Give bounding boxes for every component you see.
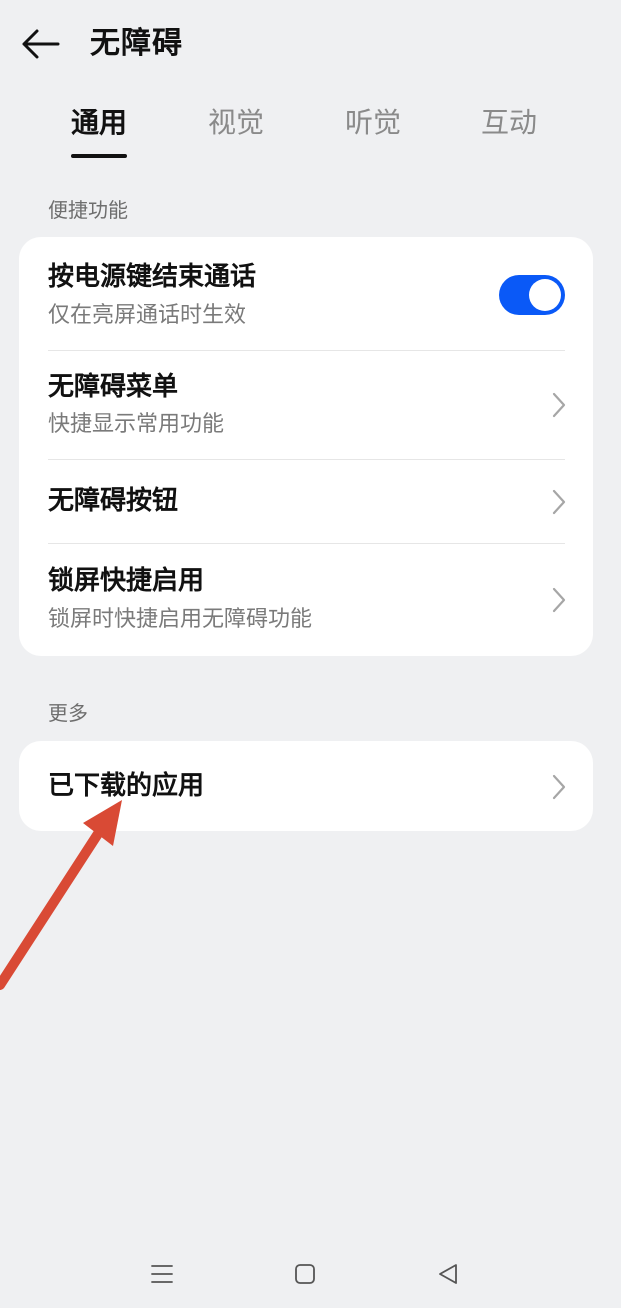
setting-title: 已下载的应用 bbox=[48, 771, 205, 801]
setting-accessibility-menu[interactable]: 无障碍菜单 快捷显示常用功能 bbox=[19, 351, 593, 459]
chevron-right-icon bbox=[549, 585, 569, 615]
setting-power-key-end-call[interactable]: 按电源键结束通话 仅在亮屏通话时生效 bbox=[19, 237, 593, 350]
system-navigation-bar bbox=[0, 1240, 621, 1308]
setting-subtitle: 快捷显示常用功能 bbox=[48, 412, 225, 437]
tab-label: 视觉 bbox=[207, 106, 264, 139]
menu-lines-icon bbox=[151, 1265, 173, 1283]
setting-subtitle: 锁屏时快捷启用无障碍功能 bbox=[48, 607, 313, 632]
recent-apps-button[interactable] bbox=[140, 1254, 184, 1294]
setting-title: 无障碍按钮 bbox=[48, 486, 179, 516]
setting-title: 按电源键结束通话 bbox=[48, 262, 257, 292]
section-label-shortcuts: 便捷功能 bbox=[48, 198, 128, 222]
chevron-right-icon bbox=[549, 772, 569, 802]
tab-label: 互动 bbox=[480, 106, 537, 139]
power-key-end-call-toggle[interactable] bbox=[499, 275, 565, 315]
shortcuts-card: 按电源键结束通话 仅在亮屏通话时生效 无障碍菜单 快捷显示常用功能 无障碍按钮 … bbox=[19, 237, 593, 656]
section-label-more: 更多 bbox=[48, 701, 88, 725]
setting-title: 锁屏快捷启用 bbox=[48, 566, 205, 596]
home-button[interactable] bbox=[283, 1254, 327, 1294]
tab-bar: 通用 视觉 听觉 互动 bbox=[0, 100, 621, 164]
setting-downloaded-apps[interactable]: 已下载的应用 bbox=[19, 741, 593, 831]
active-tab-indicator bbox=[71, 154, 127, 158]
setting-lockscreen-shortcut[interactable]: 锁屏快捷启用 锁屏时快捷启用无障碍功能 bbox=[19, 544, 593, 656]
back-button[interactable] bbox=[16, 22, 64, 66]
arrow-left-icon bbox=[22, 29, 60, 59]
header-bar: 无障碍 bbox=[0, 0, 621, 90]
chevron-right-icon bbox=[549, 390, 569, 420]
tab-hearing[interactable]: 听觉 bbox=[313, 100, 433, 146]
home-square-icon bbox=[295, 1264, 315, 1284]
tab-general[interactable]: 通用 bbox=[39, 100, 159, 158]
setting-subtitle: 仅在亮屏通话时生效 bbox=[48, 303, 247, 328]
toggle-knob bbox=[529, 279, 561, 311]
chevron-right-icon bbox=[549, 487, 569, 517]
more-card: 已下载的应用 bbox=[19, 741, 593, 831]
tab-vision[interactable]: 视觉 bbox=[176, 100, 296, 146]
system-back-button[interactable] bbox=[426, 1254, 470, 1294]
back-triangle-icon bbox=[439, 1264, 457, 1284]
setting-accessibility-button[interactable]: 无障碍按钮 bbox=[19, 460, 593, 543]
setting-title: 无障碍菜单 bbox=[48, 372, 179, 402]
tab-interaction[interactable]: 互动 bbox=[449, 100, 569, 146]
page-title: 无障碍 bbox=[90, 26, 183, 61]
tab-label: 听觉 bbox=[344, 106, 401, 139]
tab-label: 通用 bbox=[70, 106, 127, 139]
